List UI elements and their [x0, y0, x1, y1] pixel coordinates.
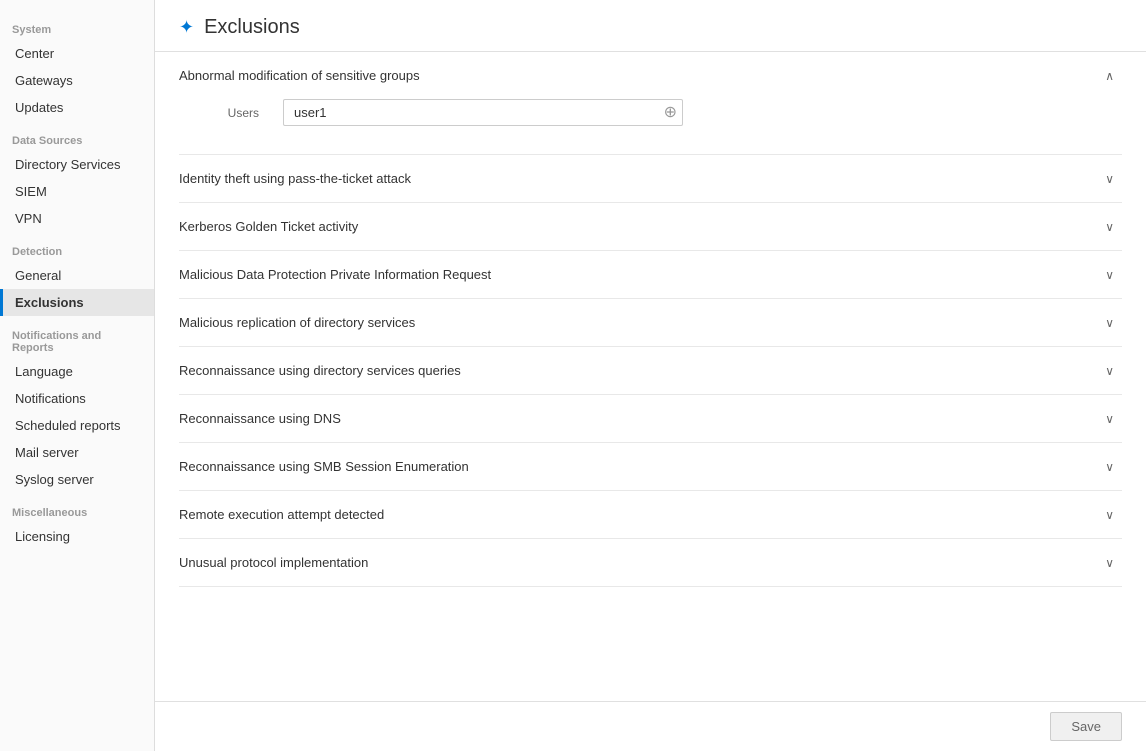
- exclusion-header-reconnaissance-smb[interactable]: Reconnaissance using SMB Session Enumera…: [179, 443, 1122, 490]
- sidebar-item-notifications[interactable]: Notifications: [0, 385, 154, 412]
- exclusion-title: Abnormal modification of sensitive group…: [179, 68, 420, 83]
- exclusion-header-abnormal-modification[interactable]: Abnormal modification of sensitive group…: [179, 52, 1122, 99]
- main-content: ✦ Exclusions Abnormal modification of se…: [155, 0, 1146, 751]
- sidebar-item-vpn[interactable]: VPN: [0, 205, 154, 232]
- main-header: ✦ Exclusions: [155, 0, 1146, 52]
- exclusion-header-remote-execution[interactable]: Remote execution attempt detected ∨: [179, 491, 1122, 538]
- chevron-down-icon: ∨: [1105, 364, 1114, 378]
- sidebar-item-directory-services[interactable]: Directory Services: [0, 151, 154, 178]
- exclusion-expanded-abnormal-modification: Users ⊕: [179, 99, 1122, 154]
- exclusion-title: Reconnaissance using directory services …: [179, 363, 461, 378]
- exclusion-title: Identity theft using pass-the-ticket att…: [179, 171, 411, 186]
- exclusion-title: Remote execution attempt detected: [179, 507, 384, 522]
- sidebar-item-updates[interactable]: Updates: [0, 94, 154, 121]
- exclusion-item: Identity theft using pass-the-ticket att…: [179, 155, 1122, 203]
- exclusion-item: Reconnaissance using directory services …: [179, 347, 1122, 395]
- exclusion-item: Malicious replication of directory servi…: [179, 299, 1122, 347]
- chevron-down-icon: ∨: [1105, 316, 1114, 330]
- exclusion-title: Malicious replication of directory servi…: [179, 315, 415, 330]
- sidebar-section-label: Miscellaneous: [0, 493, 154, 523]
- chevron-down-icon: ∨: [1105, 412, 1114, 426]
- exclusion-field-row: Users ⊕: [179, 99, 1122, 126]
- sidebar-item-licensing[interactable]: Licensing: [0, 523, 154, 550]
- exclusion-header-reconnaissance-dns[interactable]: Reconnaissance using DNS ∨: [179, 395, 1122, 442]
- chevron-down-icon: ∨: [1105, 220, 1114, 234]
- save-button[interactable]: Save: [1050, 712, 1122, 741]
- exclusions-icon: ✦: [179, 17, 194, 38]
- exclusion-field-label: Users: [179, 106, 259, 120]
- chevron-down-icon: ∨: [1105, 460, 1114, 474]
- exclusion-header-identity-theft[interactable]: Identity theft using pass-the-ticket att…: [179, 155, 1122, 202]
- sidebar-item-siem[interactable]: SIEM: [0, 178, 154, 205]
- main-footer: Save: [155, 701, 1146, 751]
- chevron-down-icon: ∨: [1105, 172, 1114, 186]
- sidebar-item-syslog-server[interactable]: Syslog server: [0, 466, 154, 493]
- exclusion-title: Kerberos Golden Ticket activity: [179, 219, 358, 234]
- sidebar-section-label: Data Sources: [0, 121, 154, 151]
- page-title: Exclusions: [204, 16, 300, 39]
- sidebar-item-exclusions[interactable]: Exclusions: [0, 289, 154, 316]
- sidebar-item-gateways[interactable]: Gateways: [0, 67, 154, 94]
- sidebar-section-label: System: [0, 10, 154, 40]
- exclusion-header-malicious-replication[interactable]: Malicious replication of directory servi…: [179, 299, 1122, 346]
- exclusion-header-unusual-protocol[interactable]: Unusual protocol implementation ∨: [179, 539, 1122, 586]
- exclusion-item: Unusual protocol implementation ∨: [179, 539, 1122, 587]
- exclusion-item: Abnormal modification of sensitive group…: [179, 52, 1122, 155]
- exclusion-users-input[interactable]: [283, 99, 683, 126]
- add-user-button[interactable]: ⊕: [664, 105, 677, 121]
- exclusion-item: Remote execution attempt detected ∨: [179, 491, 1122, 539]
- exclusion-title: Reconnaissance using DNS: [179, 411, 341, 426]
- sidebar-section-label: Notifications and Reports: [0, 316, 154, 358]
- exclusion-header-reconnaissance-dir[interactable]: Reconnaissance using directory services …: [179, 347, 1122, 394]
- chevron-up-icon: ∧: [1105, 69, 1114, 83]
- chevron-down-icon: ∨: [1105, 268, 1114, 282]
- sidebar: SystemCenterGatewaysUpdatesData SourcesD…: [0, 0, 155, 751]
- sidebar-item-general[interactable]: General: [0, 262, 154, 289]
- exclusion-item: Malicious Data Protection Private Inform…: [179, 251, 1122, 299]
- exclusion-item: Reconnaissance using SMB Session Enumera…: [179, 443, 1122, 491]
- chevron-down-icon: ∨: [1105, 508, 1114, 522]
- exclusion-title: Unusual protocol implementation: [179, 555, 368, 570]
- exclusion-item: Kerberos Golden Ticket activity ∨: [179, 203, 1122, 251]
- sidebar-item-scheduled-reports[interactable]: Scheduled reports: [0, 412, 154, 439]
- exclusion-input-wrap: ⊕: [283, 99, 683, 126]
- chevron-down-icon: ∨: [1105, 556, 1114, 570]
- sidebar-section-label: Detection: [0, 232, 154, 262]
- exclusion-title: Malicious Data Protection Private Inform…: [179, 267, 491, 282]
- exclusion-title: Reconnaissance using SMB Session Enumera…: [179, 459, 469, 474]
- exclusion-header-malicious-data[interactable]: Malicious Data Protection Private Inform…: [179, 251, 1122, 298]
- exclusions-list: Abnormal modification of sensitive group…: [155, 52, 1146, 701]
- sidebar-item-language[interactable]: Language: [0, 358, 154, 385]
- sidebar-item-center[interactable]: Center: [0, 40, 154, 67]
- exclusion-header-kerberos-golden[interactable]: Kerberos Golden Ticket activity ∨: [179, 203, 1122, 250]
- sidebar-item-mail-server[interactable]: Mail server: [0, 439, 154, 466]
- exclusion-item: Reconnaissance using DNS ∨: [179, 395, 1122, 443]
